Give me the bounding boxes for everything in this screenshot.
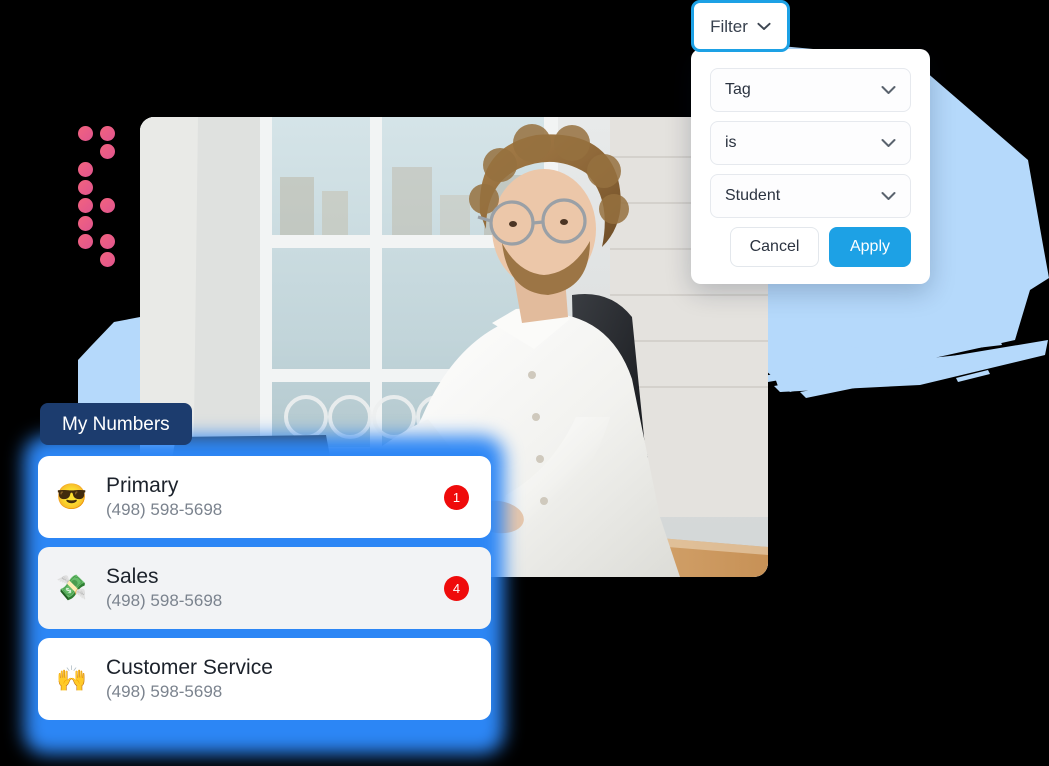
- filter-field-value: Tag: [725, 81, 751, 98]
- list-item-phone: (498) 598-5698: [106, 500, 223, 520]
- list-item-label: Primary: [106, 474, 179, 498]
- sunglasses-face-emoji: 😎: [56, 482, 88, 511]
- filter-value-select[interactable]: Student: [710, 174, 911, 218]
- chevron-down-icon: [881, 85, 896, 95]
- my-numbers-list: 😎 Primary (498) 598-5698 1 💸 Sales (498)…: [38, 456, 491, 729]
- chevron-down-icon: [757, 22, 771, 31]
- my-numbers-widget: My Numbers 😎 Primary (498) 598-5698 1 💸 …: [16, 398, 508, 756]
- cancel-button[interactable]: Cancel: [730, 227, 819, 267]
- list-item[interactable]: 😎 Primary (498) 598-5698 1: [38, 456, 491, 538]
- apply-button[interactable]: Apply: [829, 227, 911, 267]
- status-badge: 1: [444, 484, 469, 510]
- status-badge: 4: [444, 575, 469, 601]
- chevron-down-icon: [881, 191, 896, 201]
- list-item-phone: (498) 598-5698: [106, 682, 223, 702]
- filter-field-select[interactable]: Tag: [710, 68, 911, 112]
- my-numbers-title-badge: My Numbers: [40, 403, 192, 445]
- filter-button-label: Filter: [710, 16, 748, 36]
- raising-hands-emoji: 🙌: [56, 664, 88, 693]
- list-item-text: Primary (498) 598-5698: [96, 473, 444, 521]
- filter-button[interactable]: Filter: [691, 0, 790, 52]
- list-item-label: Customer Service: [106, 656, 273, 680]
- list-item-label: Sales: [106, 565, 159, 589]
- my-numbers-title-text: My Numbers: [62, 413, 170, 435]
- list-item-text: Customer Service (498) 598-5698: [96, 655, 444, 703]
- list-item[interactable]: 💸 Sales (498) 598-5698 4: [38, 547, 491, 629]
- hero-composition: My Numbers 😎 Primary (498) 598-5698 1 💸 …: [0, 0, 1049, 766]
- pink-dots-decoration: [78, 126, 126, 267]
- money-with-wings-emoji: 💸: [56, 573, 88, 602]
- filter-operator-value: is: [725, 134, 737, 151]
- list-item-text: Sales (498) 598-5698: [96, 564, 444, 612]
- chevron-down-icon: [881, 138, 896, 148]
- list-item-phone: (498) 598-5698: [106, 591, 223, 611]
- filter-panel-actions: Cancel Apply: [710, 227, 911, 267]
- filter-value-value: Student: [725, 187, 781, 204]
- filter-dropdown-panel: Tag is Student Cancel Apply: [691, 49, 930, 284]
- filter-operator-select[interactable]: is: [710, 121, 911, 165]
- list-item[interactable]: 🙌 Customer Service (498) 598-5698: [38, 638, 491, 720]
